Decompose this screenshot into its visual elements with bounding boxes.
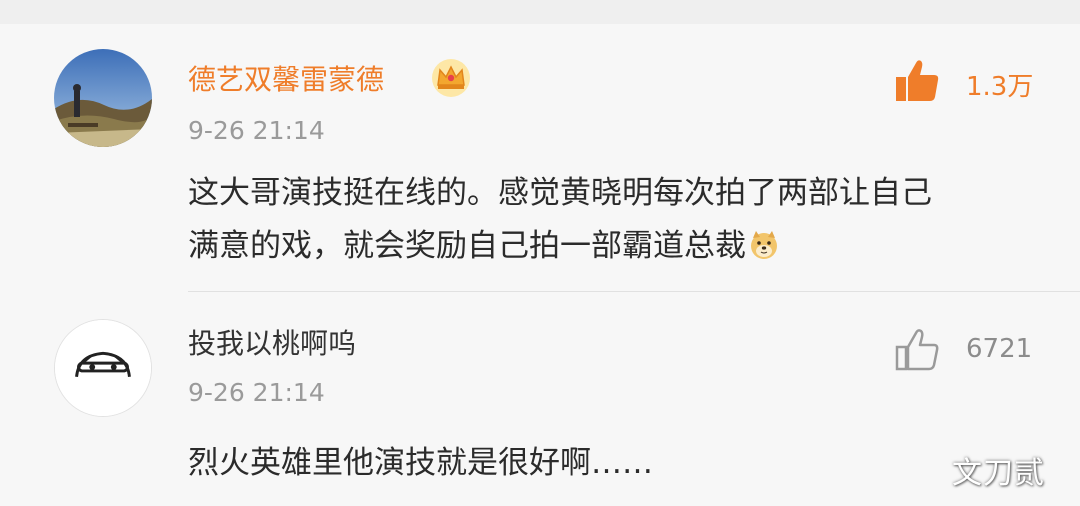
divider (188, 291, 1080, 292)
comment-text: 这大哥演技挺在线的。感觉黄晓明每次拍了两部让自己 满意的戏，就会奖励自己拍一部霸… (188, 167, 1048, 273)
top-strip (0, 0, 1080, 24)
timestamp: 9-26 21:14 (188, 378, 325, 407)
comment-text: 烈火英雄里他演技就是很好啊…… (188, 437, 1048, 490)
username[interactable]: 德艺双馨雷蒙德 (188, 63, 384, 97)
watermark: 文刀贰 (952, 456, 1045, 491)
thumbs-up-icon[interactable] (892, 324, 944, 376)
like-count: 1.3万 (966, 72, 1034, 102)
crown-icon[interactable] (430, 57, 472, 99)
avatar-cartoon (55, 320, 151, 416)
thumbs-up-icon[interactable] (892, 55, 944, 107)
avatar[interactable] (54, 49, 152, 147)
comment-text-line: 这大哥演技挺在线的。感觉黄晓明每次拍了两部让自己 (188, 175, 932, 211)
comment-text-line: 烈火英雄里他演技就是很好啊…… (188, 445, 653, 481)
username[interactable]: 投我以桃啊呜 (188, 327, 356, 361)
avatar-photo (54, 49, 152, 147)
comment-text-line-2: 满意的戏，就会奖励自己拍一部霸道总裁 (188, 220, 1048, 273)
timestamp: 9-26 21:14 (188, 116, 325, 145)
comment-text-line: 满意的戏，就会奖励自己拍一部霸道总裁 (188, 228, 746, 264)
doge-emoji-icon (748, 225, 780, 259)
like-count: 6721 (966, 334, 1033, 364)
avatar[interactable] (54, 319, 152, 417)
